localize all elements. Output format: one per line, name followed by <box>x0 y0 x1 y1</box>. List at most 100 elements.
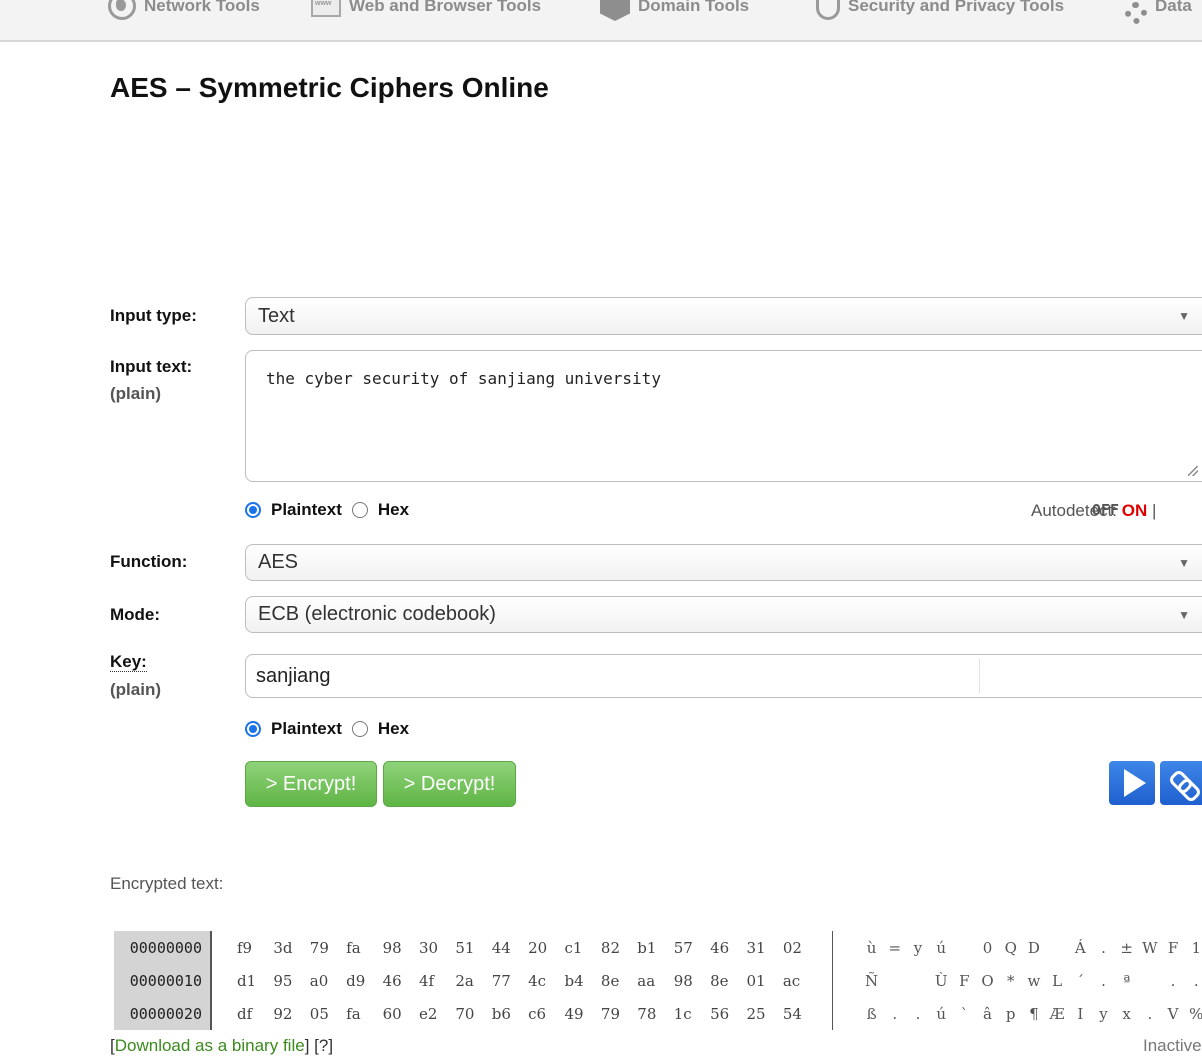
input-type-value: Text <box>258 304 295 327</box>
ascii-char: ¶ <box>1029 1005 1039 1023</box>
hex-byte: 25 <box>746 1005 766 1023</box>
ascii-char: . <box>1101 939 1106 957</box>
nav-data-tools[interactable]: Data <box>1125 0 1192 24</box>
hex-byte: 60 <box>382 1005 402 1023</box>
hex-byte: 46 <box>710 939 730 957</box>
hex-byte: 77 <box>491 972 511 990</box>
ascii-char: ª <box>1123 972 1131 990</box>
ascii-char: O <box>981 972 994 990</box>
ascii-char: y <box>913 939 923 957</box>
ascii-char: . <box>1193 972 1199 990</box>
mode-value: ECB (electronic codebook) <box>258 603 496 625</box>
hex-byte: a0 <box>309 972 329 990</box>
offset-row-0: 00000000 <box>129 939 202 957</box>
hex-byte: 02 <box>782 939 802 957</box>
hex-ascii-separator <box>832 931 833 1030</box>
decrypt-button[interactable]: > Decrypt! <box>383 761 516 807</box>
autodetect-separator: | <box>1151 501 1157 520</box>
mode-select[interactable]: ECB (electronic codebook) ▼ <box>245 596 1202 633</box>
ascii-char: Æ <box>1049 1005 1065 1023</box>
page-title: AES – Symmetric Ciphers Online <box>110 72 549 103</box>
key-hex-radio[interactable] <box>351 721 368 737</box>
input-plaintext-radio[interactable] <box>245 502 261 518</box>
encrypt-button[interactable]: > Encrypt! <box>245 761 377 807</box>
download-binary-link[interactable]: Download as a binary file <box>115 1036 305 1055</box>
hex-byte: 56 <box>710 1005 730 1023</box>
hex-byte: 1c <box>673 1005 692 1023</box>
hex-byte: 3d <box>273 939 293 957</box>
hex-byte: 4f <box>418 972 435 990</box>
chevron-down-icon: ▼ <box>1178 555 1190 570</box>
autodetect-off[interactable]: OFF <box>1031 501 1119 519</box>
hex-byte: aa <box>637 972 656 990</box>
input-hex-label[interactable]: Hex <box>378 500 409 520</box>
hex-byte: b4 <box>564 972 584 990</box>
function-label: Function: <box>110 552 188 571</box>
resize-grip-icon[interactable] <box>1188 466 1198 476</box>
hex-byte: 44 <box>491 939 511 957</box>
ascii-char: 1 <box>1191 939 1201 957</box>
key-label: Key: <box>110 652 147 672</box>
hex-row-2: df 92 05 fa 60 e2 70 b6 c6 49 79 78 1c 56 25 54 <box>237 1005 819 1023</box>
function-select[interactable]: AES ▼ <box>245 544 1202 581</box>
ascii-char: Ù <box>934 972 948 990</box>
input-type-select[interactable]: Text ▼ <box>245 297 1202 335</box>
autodetect-on[interactable]: ON <box>1122 501 1148 520</box>
hex-byte: 01 <box>746 972 766 990</box>
hex-byte: 30 <box>418 939 439 957</box>
nav-label: Security and Privacy Tools <box>848 0 1065 15</box>
permalink-button[interactable] <box>1160 761 1202 805</box>
help-link[interactable]: ? <box>319 1036 328 1055</box>
input-text-area[interactable]: the cyber security of sanjiang universit… <box>245 350 1202 482</box>
ascii-char: 0 <box>982 939 993 957</box>
ascii-char: ú <box>936 1005 946 1023</box>
nav-network-tools[interactable]: Network Tools <box>108 0 260 21</box>
hex-byte: f9 <box>237 939 253 957</box>
ascii-char: W <box>1142 939 1158 957</box>
hex-byte: 79 <box>309 939 329 957</box>
input-hex-radio[interactable] <box>351 502 368 518</box>
hex-row-1: d1 95 a0 d9 46 4f 2a 77 4c b4 8e aa 98 8e 01 ac <box>237 972 819 990</box>
hex-byte: ac <box>782 972 801 990</box>
ascii-char: ß <box>866 1005 877 1023</box>
link-icon <box>1170 770 1196 796</box>
domain-icon <box>600 0 630 21</box>
ascii-char: F <box>1167 939 1179 957</box>
ascii-char: . <box>1101 972 1106 990</box>
hex-byte: e2 <box>418 1005 438 1023</box>
bracket: ] [ <box>304 1036 319 1055</box>
nav-label: Domain Tools <box>638 0 750 15</box>
shield-icon <box>816 0 840 20</box>
hex-byte: 78 <box>637 1005 657 1023</box>
ascii-char: â <box>983 1005 992 1023</box>
key-hex-label[interactable]: Hex <box>378 719 409 739</box>
hex-byte: 82 <box>600 939 620 957</box>
offset-row-1: 00000010 <box>129 972 202 990</box>
hex-byte: c1 <box>564 939 583 957</box>
ascii-char: = <box>888 939 902 957</box>
web-browser-icon <box>311 0 341 17</box>
hex-byte: 92 <box>273 1005 293 1023</box>
key-sublabel: (plain) <box>110 680 161 699</box>
nav-web-browser-tools[interactable]: Web and Browser Tools <box>311 0 541 21</box>
input-plaintext-label[interactable]: Plaintext <box>271 500 342 520</box>
key-format-radios: Plaintext Hex <box>245 719 419 739</box>
chevron-down-icon: ▼ <box>1178 309 1190 323</box>
key-label-wrap: Key: <box>110 652 147 672</box>
input-text-label: Input text: <box>110 357 193 376</box>
key-input[interactable]: sanjiang <box>245 654 1202 698</box>
run-button[interactable] <box>1109 761 1155 805</box>
nav-security-privacy-tools[interactable]: Security and Privacy Tools <box>816 0 1064 21</box>
ascii-row-0: ù=yú0QDÁ.±WF1. <box>860 939 1202 957</box>
ascii-char: . <box>1170 972 1176 990</box>
ascii-char: ´ <box>1076 972 1085 990</box>
download-links: [Download as a binary file] [?] <box>110 1036 333 1056</box>
mode-label: Mode: <box>110 605 161 624</box>
key-plaintext-label[interactable]: Plaintext <box>271 719 342 739</box>
nav-domain-tools[interactable]: Domain Tools <box>600 0 749 21</box>
key-plaintext-radio[interactable] <box>245 721 261 737</box>
hex-byte: fa <box>346 939 361 957</box>
chevron-down-icon: ▼ <box>1178 607 1190 622</box>
encrypted-text-label: Encrypted text: <box>110 874 224 893</box>
ascii-char: % <box>1189 1005 1202 1023</box>
